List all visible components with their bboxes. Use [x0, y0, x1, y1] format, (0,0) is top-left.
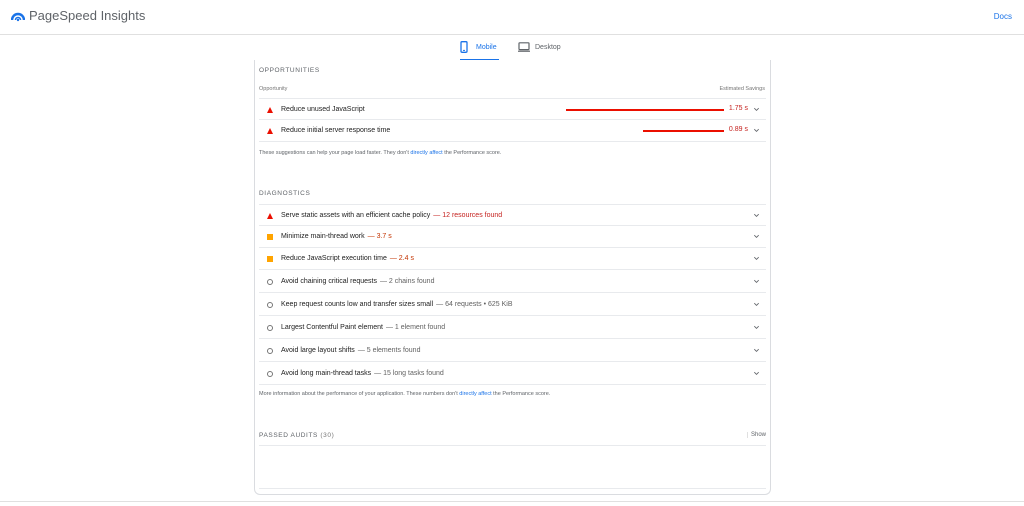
diagnostics-note: More information about the performance o…	[259, 391, 550, 397]
desktop-monitor-icon	[518, 42, 530, 52]
info-circle-icon	[267, 279, 273, 285]
diagnostic-row[interactable]: Avoid long main-thread tasks — 15 long ta…	[259, 363, 766, 385]
note-text: the Performance score.	[493, 391, 551, 397]
average-square-icon	[267, 234, 273, 240]
diagnostic-row[interactable]: Avoid large layout shifts — 5 elements fo…	[259, 340, 766, 362]
diagnostic-row[interactable]: Avoid chaining critical requests — 2 chai…	[259, 271, 766, 293]
diagnostic-row[interactable]: Minimize main-thread work — 3.7 s	[259, 226, 766, 248]
diagnostic-title: Reduce JavaScript execution time	[281, 255, 387, 262]
opportunity-title: Reduce unused JavaScript	[281, 106, 365, 113]
tab-desktop-label: Desktop	[535, 44, 561, 51]
directly-affect-link[interactable]: directly affect	[459, 391, 491, 397]
opportunity-title: Reduce initial server response time	[281, 127, 391, 134]
opportunities-heading: OPPORTUNITIES	[259, 67, 320, 74]
diagnostic-row[interactable]: Serve static assets with an efficient ca…	[259, 204, 766, 226]
chevron-down-icon	[754, 256, 759, 260]
info-circle-icon	[267, 371, 273, 377]
tab-mobile-label: Mobile	[476, 44, 497, 51]
diagnostic-value: — 5 elements found	[357, 347, 421, 354]
diagnostic-value: — 2 chains found	[379, 278, 435, 285]
directly-affect-link[interactable]: directly affect	[410, 150, 442, 156]
diagnostic-row[interactable]: Largest Contentful Paint element — 1 elem…	[259, 317, 766, 339]
diagnostic-row[interactable]: Keep request counts low and transfer siz…	[259, 294, 766, 316]
tab-mobile[interactable]: Mobile	[460, 41, 500, 61]
note-text: More information about the performance o…	[259, 391, 458, 397]
chevron-down-icon	[754, 325, 759, 329]
savings-value: 1.75 s	[728, 105, 748, 112]
chevron-down-icon	[754, 279, 759, 283]
opportunities-note: These suggestions can help your page loa…	[259, 150, 501, 156]
opportunity-row[interactable]: Reduce unused JavaScript 1.75 s	[259, 98, 766, 120]
diagnostic-value: — 12 resources found	[433, 212, 503, 219]
tab-desktop[interactable]: Desktop	[518, 41, 570, 61]
diagnostic-title: Minimize main-thread work	[281, 233, 365, 240]
diagnostic-title: Avoid large layout shifts	[281, 347, 355, 354]
diagnostic-title: Keep request counts low and transfer siz…	[281, 301, 434, 308]
passed-audits-heading: PASSED AUDITS (30)	[259, 432, 334, 439]
device-tabs: Mobile Desktop	[0, 35, 1024, 61]
opportunity-row[interactable]: Reduce initial server response time 0.89…	[259, 120, 766, 142]
pagespeed-logo-icon	[11, 12, 25, 22]
note-text: the Performance score.	[444, 150, 502, 156]
divider	[259, 488, 766, 489]
fail-triangle-icon	[267, 213, 273, 219]
chevron-down-icon	[754, 302, 759, 306]
diagnostic-title: Avoid long main-thread tasks	[281, 370, 372, 377]
estimated-savings-column-label: Estimated Savings	[719, 86, 765, 92]
diagnostic-value: — 2.4 s	[389, 255, 414, 262]
opportunity-column-label: Opportunity	[259, 86, 288, 92]
diagnostic-value: — 64 requests • 625 KiB	[436, 301, 513, 308]
savings-bar	[643, 130, 724, 132]
passed-audits-header[interactable]: PASSED AUDITS (30) Show	[259, 428, 766, 446]
fail-triangle-icon	[267, 128, 273, 134]
note-text: These suggestions can help your page loa…	[259, 150, 409, 156]
mobile-phone-icon	[460, 41, 468, 53]
average-square-icon	[267, 256, 273, 262]
savings-bar	[566, 109, 724, 111]
diagnostics-heading: DIAGNOSTICS	[259, 190, 311, 197]
show-passed-audits-button[interactable]: Show	[746, 432, 766, 438]
diagnostic-title: Largest Contentful Paint element	[281, 324, 383, 331]
docs-link[interactable]: Docs	[994, 12, 1012, 21]
info-circle-icon	[267, 302, 273, 308]
chevron-down-icon	[754, 348, 759, 352]
savings-value: 0.89 s	[728, 126, 748, 133]
chevron-down-icon	[754, 213, 759, 217]
diagnostic-value: — 15 long tasks found	[374, 370, 444, 377]
chevron-down-icon	[754, 371, 759, 375]
chevron-down-icon	[754, 128, 759, 132]
diagnostic-row[interactable]: Reduce JavaScript execution time — 2.4 s	[259, 248, 766, 270]
diagnostic-title: Serve static assets with an efficient ca…	[281, 212, 431, 219]
app-title: PageSpeed Insights	[29, 8, 146, 23]
diagnostic-value: — 1 element found	[385, 324, 446, 331]
report-card: OPPORTUNITIES Opportunity Estimated Savi…	[254, 60, 771, 495]
chevron-down-icon	[754, 234, 759, 238]
passed-audits-count: (30)	[320, 432, 335, 439]
diagnostic-value: — 3.7 s	[367, 233, 392, 240]
fail-triangle-icon	[267, 107, 273, 113]
chevron-down-icon	[754, 107, 759, 111]
top-bar: PageSpeed Insights Docs	[0, 0, 1024, 35]
passed-audits-title: PASSED AUDITS	[259, 432, 318, 439]
divider	[0, 501, 1024, 502]
diagnostic-title: Avoid chaining critical requests	[281, 278, 377, 285]
info-circle-icon	[267, 348, 273, 354]
info-circle-icon	[267, 325, 273, 331]
